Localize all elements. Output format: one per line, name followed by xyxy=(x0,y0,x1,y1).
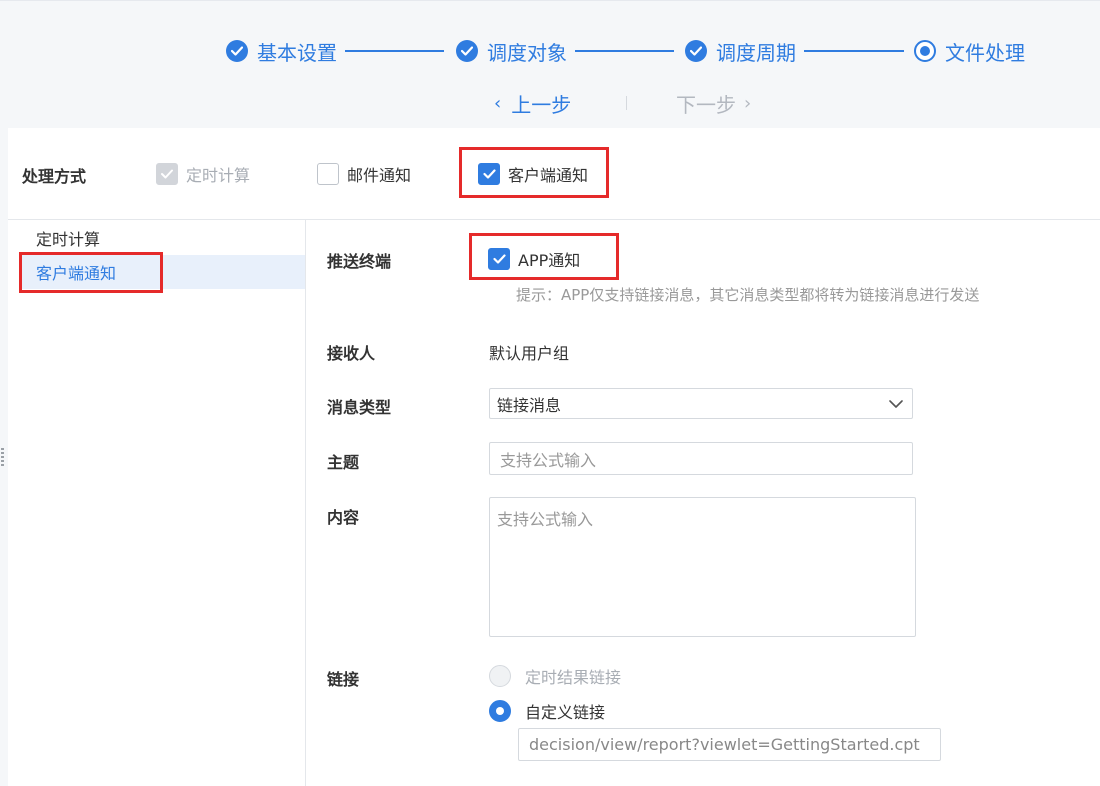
step-label: 调度周期 xyxy=(716,40,796,65)
content-label: 内容 xyxy=(327,508,360,527)
subject-label: 主题 xyxy=(327,453,360,472)
checkbox-label: 定时计算 xyxy=(186,166,251,185)
section-divider xyxy=(8,219,1100,220)
step-connector xyxy=(804,50,904,52)
recipient-label: 接收人 xyxy=(327,344,376,363)
step-schedule-period[interactable]: 调度周期 xyxy=(685,38,796,65)
chevron-down-icon xyxy=(888,396,904,416)
panel-divider xyxy=(305,220,306,786)
checkbox-email-notify[interactable]: 邮件通知 xyxy=(317,162,411,186)
push-terminal-label: 推送终端 xyxy=(327,252,392,271)
radio-scheduled-result-link[interactable]: 定时结果链接 xyxy=(489,664,621,688)
chevron-right-icon: › xyxy=(744,92,752,114)
processing-method-label: 处理方式 xyxy=(22,167,87,186)
checkbox-label: 邮件通知 xyxy=(347,166,412,185)
recipient-value: 默认用户组 xyxy=(489,344,570,363)
chevron-left-icon: ‹ xyxy=(494,92,502,114)
checkbox-label: 客户端通知 xyxy=(508,166,589,185)
checkbox-app-notify[interactable]: APP通知 xyxy=(488,247,580,271)
custom-link-input[interactable]: decision/view/report?viewlet=GettingStar… xyxy=(518,728,941,761)
nav-divider xyxy=(626,96,627,110)
step-schedule-target[interactable]: 调度对象 xyxy=(456,38,567,65)
step-connector xyxy=(345,50,444,52)
step-basic-settings[interactable]: 基本设置 xyxy=(226,38,337,65)
step-label: 基本设置 xyxy=(257,40,337,65)
sidebar-item-scheduled-calc[interactable]: 定时计算 xyxy=(22,221,305,255)
link-label: 链接 xyxy=(327,670,360,689)
step-label: 调度对象 xyxy=(487,40,567,65)
radio-label: 定时结果链接 xyxy=(525,668,622,687)
message-type-select[interactable]: 链接消息 xyxy=(489,388,913,419)
check-circle-icon xyxy=(685,40,707,62)
radio-circle xyxy=(489,700,511,722)
message-type-label: 消息类型 xyxy=(327,398,392,417)
app-hint-text: 提示：APP仅支持链接消息，其它消息类型都将转为链接消息进行发送 xyxy=(516,286,980,304)
subject-input[interactable]: 支持公式输入 xyxy=(489,442,913,475)
radio-label: 自定义链接 xyxy=(525,703,606,722)
custom-link-value: decision/view/report?viewlet=GettingStar… xyxy=(529,735,920,754)
content-placeholder: 支持公式输入 xyxy=(497,510,594,529)
current-step-icon xyxy=(914,40,936,62)
checkbox-label: APP通知 xyxy=(518,251,581,270)
radio-custom-link[interactable]: 自定义链接 xyxy=(489,699,605,723)
sidebar-item-label: 定时计算 xyxy=(36,230,101,249)
subject-placeholder: 支持公式输入 xyxy=(500,450,597,470)
checkbox-scheduled-calc[interactable]: 定时计算 xyxy=(156,162,250,186)
step-label: 文件处理 xyxy=(945,40,1025,65)
step-connector xyxy=(575,50,674,52)
radio-circle xyxy=(489,665,511,687)
sidebar-item-label: 客户端通知 xyxy=(36,264,117,283)
checkbox-box xyxy=(156,163,178,185)
check-circle-icon xyxy=(226,40,248,62)
sidebar-item-client-notify[interactable]: 客户端通知 xyxy=(22,255,305,289)
checkbox-box xyxy=(317,163,339,185)
next-step-button[interactable]: 下一步 › xyxy=(676,90,752,117)
check-circle-icon xyxy=(456,40,478,62)
checkbox-box xyxy=(488,248,510,270)
checkbox-client-notify[interactable]: 客户端通知 xyxy=(478,162,588,186)
content-textarea[interactable]: 支持公式输入 xyxy=(489,497,916,637)
next-step-label: 下一步 xyxy=(676,92,736,117)
checkbox-box xyxy=(478,163,500,185)
prev-step-button[interactable]: ‹ 上一步 xyxy=(494,90,572,117)
select-value: 链接消息 xyxy=(497,395,562,415)
drag-handle-icon[interactable] xyxy=(1,448,4,466)
step-file-processing[interactable]: 文件处理 xyxy=(914,38,1025,65)
prev-step-label: 上一步 xyxy=(511,92,572,117)
